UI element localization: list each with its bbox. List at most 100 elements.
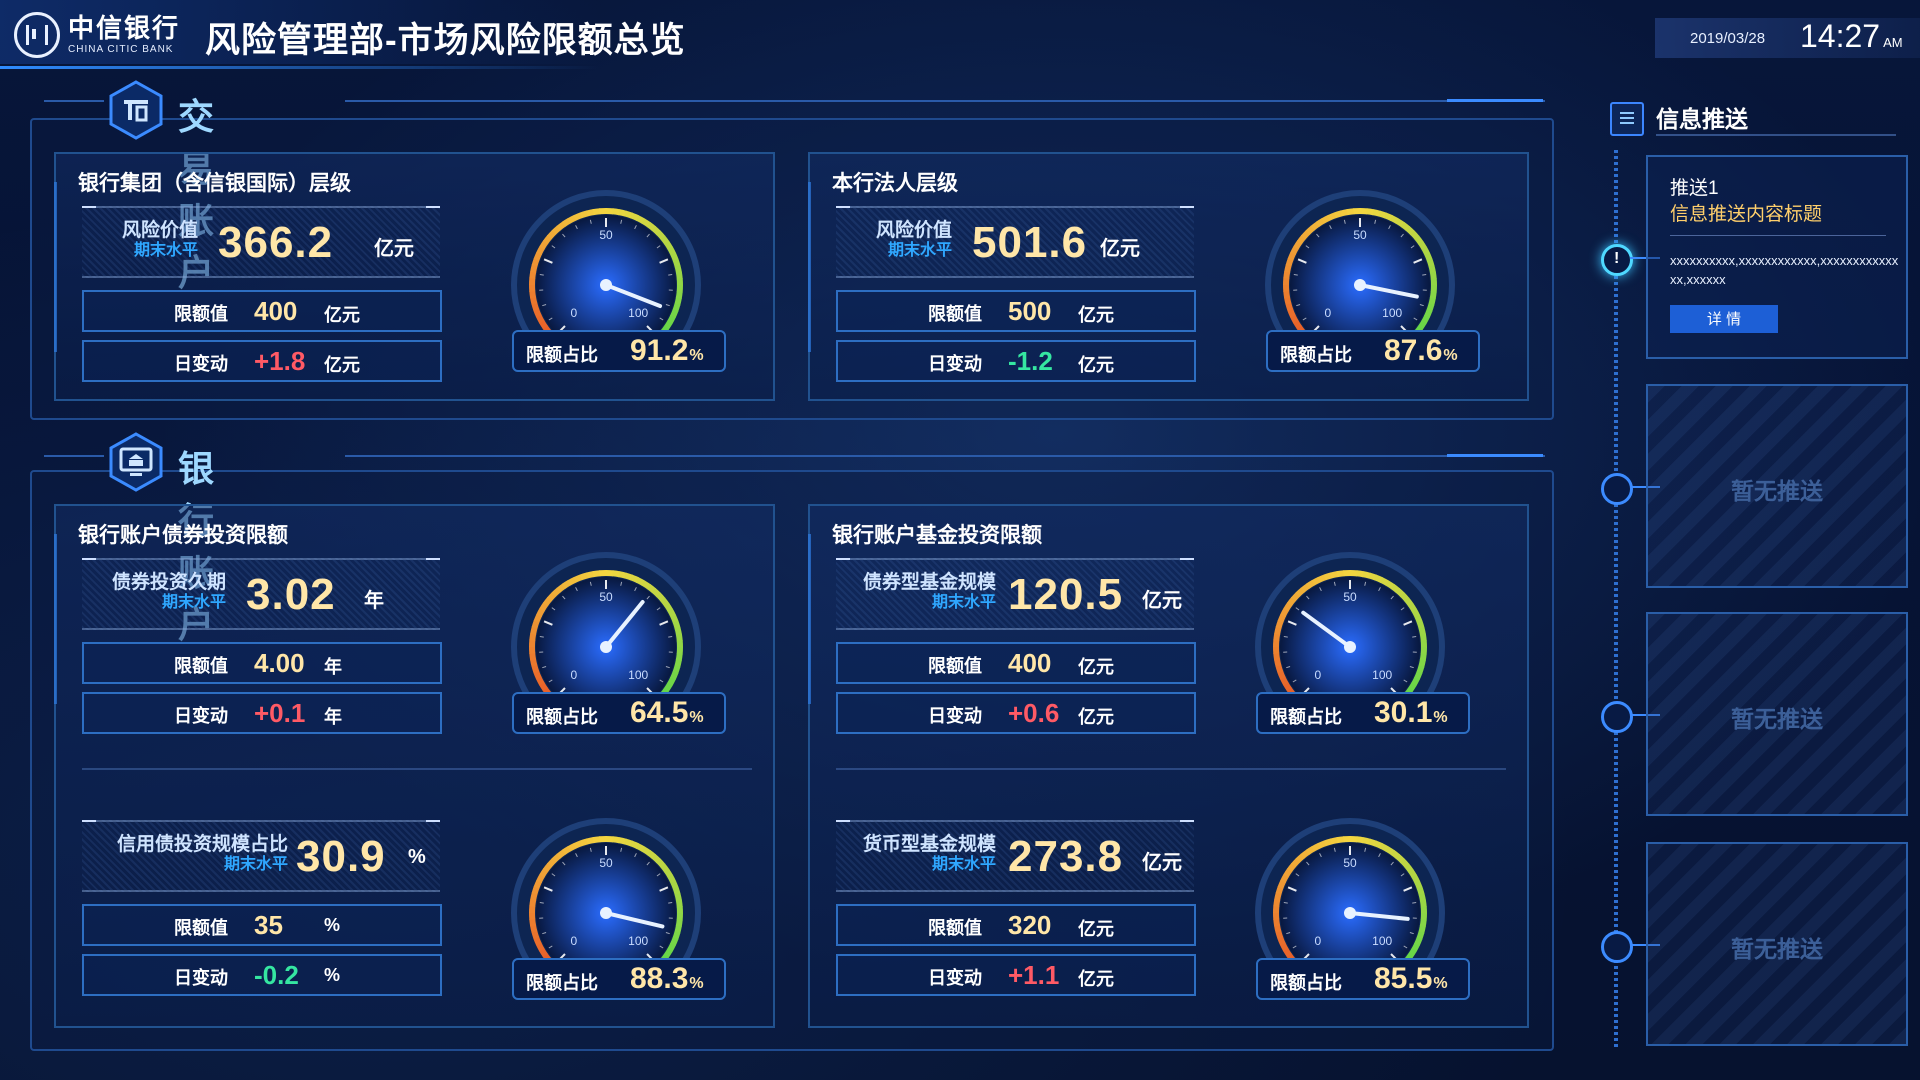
change-label: 日变动 (174, 968, 228, 988)
timeline-node[interactable] (1601, 701, 1633, 733)
gauge-arc-segment (1275, 664, 1284, 674)
detail-button[interactable]: 详 情 (1670, 305, 1778, 333)
gauge-arc-segment (592, 570, 601, 578)
gauge-arc-segment (664, 240, 674, 251)
gauge-arc-segment (567, 214, 577, 224)
gauge-arc-segment (551, 853, 561, 863)
push-card[interactable]: 推送1 信息推送内容标题 xxxxxxxxxx,xxxxxxxxxxxx,xxx… (1646, 155, 1908, 359)
limit-row: 限额值 400 亿元 (82, 290, 442, 332)
gauge-arc-segment (1410, 230, 1420, 240)
gauge-arc-segment (1286, 862, 1297, 873)
gauge-arc-segment (1300, 583, 1310, 593)
gauge-arc-segment (660, 235, 670, 245)
gauge-arc-segment (1282, 947, 1292, 958)
gauge-arc-segment (674, 297, 682, 306)
gauge-arc-segment (660, 863, 670, 873)
timeline-node-active[interactable]: ! (1601, 244, 1633, 276)
kpi-subtitle: 期末水平 (223, 855, 288, 873)
gauge-arc-segment (1395, 854, 1406, 864)
timeline-node[interactable] (1601, 931, 1633, 963)
gauge-tick (1422, 274, 1427, 276)
gauge-arc-segment (670, 937, 679, 947)
gauge-arc-segment (635, 843, 646, 852)
gauge-arc-segment (535, 314, 545, 324)
push-card-empty: 暂无推送 (1646, 612, 1908, 816)
gauge-arc-segment (1356, 570, 1365, 578)
gauge-arc-segment (664, 602, 674, 613)
gauge-arc-segment (1291, 591, 1301, 602)
gauge-label-max: 100 (628, 934, 648, 948)
gauge-value: 85.5% (1374, 962, 1448, 995)
gauge-arc-segment (635, 215, 646, 224)
gauge-arc-segment (1280, 607, 1289, 618)
gauge-arc-segment (1428, 265, 1436, 274)
gauge-hub (1344, 907, 1356, 919)
gauge-hub (1344, 641, 1356, 653)
gauge-arc-segment (1301, 229, 1311, 240)
gauge-arc-segment (551, 587, 561, 597)
limit-row: 限额值 4.00 年 (82, 642, 442, 684)
change-label: 日变动 (928, 968, 982, 988)
gauge-arc-segment (530, 892, 538, 901)
gauge-arc-segment (1390, 583, 1401, 594)
gauge-arc-segment (551, 225, 561, 235)
section-line-accent (1447, 99, 1543, 102)
gauge-arc-segment (1366, 208, 1375, 216)
push-title[interactable]: 信息推送内容标题 (1670, 199, 1822, 226)
panel-title: 银行账户债券投资限额 (78, 524, 288, 547)
gauge-tick (539, 902, 544, 904)
gauge-tick (668, 902, 673, 904)
kpi-subtitle: 期末水平 (931, 593, 996, 611)
gauge-label-min: 0 (570, 306, 577, 320)
gauge-arc-segment (1426, 303, 1435, 313)
banking-account-icon (109, 432, 163, 492)
gauge-label-min: 0 (570, 668, 577, 682)
gauge-arc-segment (1295, 587, 1305, 597)
gauge-arc-segment (1372, 209, 1381, 217)
gauge-arc-segment (1296, 234, 1307, 245)
gauge-arc-segment (1275, 885, 1284, 895)
gauge-arc-segment (1275, 930, 1284, 940)
gauge-arc-segment (1323, 838, 1333, 847)
gauge-tick (668, 274, 673, 276)
timeline-node[interactable] (1601, 473, 1633, 505)
gauge-arc-segment (531, 257, 540, 267)
gauge: 0 50 100 限额占比 88.3% (506, 808, 726, 1000)
gauge-arc-segment (1418, 627, 1426, 636)
gauge-arc-segment (1416, 620, 1425, 630)
gauge-arc-segment (1418, 659, 1426, 668)
gauge-arc-segment (1414, 880, 1423, 890)
panel-divider (82, 768, 752, 770)
gauge-arc-segment (531, 664, 540, 674)
gauge-percent-sign: % (689, 709, 704, 726)
section-line-accent (1447, 454, 1543, 457)
push-number: 推送1 (1670, 178, 1719, 199)
gauge-arc-segment (1411, 874, 1421, 884)
gauge-arc-segment (536, 873, 545, 884)
limit-unit: 亿元 (1078, 657, 1114, 677)
gauge-arc-segment (1280, 873, 1289, 884)
gauge-arc-segment (1327, 212, 1337, 221)
gauge-arc-segment (635, 577, 646, 586)
gauge-arc-segment (646, 849, 657, 860)
gauge-arc-segment (651, 226, 662, 236)
limit-label: 限额值 (174, 656, 228, 676)
gauge-label-min: 0 (570, 934, 577, 948)
gauge-arc-segment (529, 652, 537, 661)
gauge-label-mid: 50 (599, 856, 613, 870)
kpi-subtitle: 期末水平 (133, 241, 198, 259)
gauge-arc-segment (556, 221, 566, 231)
gauge: 0 50 100 限额占比 30.1% (1250, 542, 1470, 734)
gauge-arc-segment (1421, 314, 1430, 325)
gauge-arc-segment (1274, 892, 1282, 901)
gauge-arc-segment (567, 842, 577, 852)
push-timeline (1614, 150, 1618, 1050)
gauge-arc-segment (579, 572, 589, 581)
gauge-arc-segment (656, 858, 666, 868)
limit-label: 限额值 (174, 304, 228, 324)
header-bar: 中信银行 CHINA CITIC BANK 风险管理部-市场风险限额总览 201… (0, 0, 1920, 78)
date-text: 2019/03/28 (1690, 30, 1766, 47)
gauge-arc-segment (556, 849, 566, 859)
gauge-arc-segment (1414, 937, 1423, 947)
gauge-arc-segment (533, 308, 542, 318)
